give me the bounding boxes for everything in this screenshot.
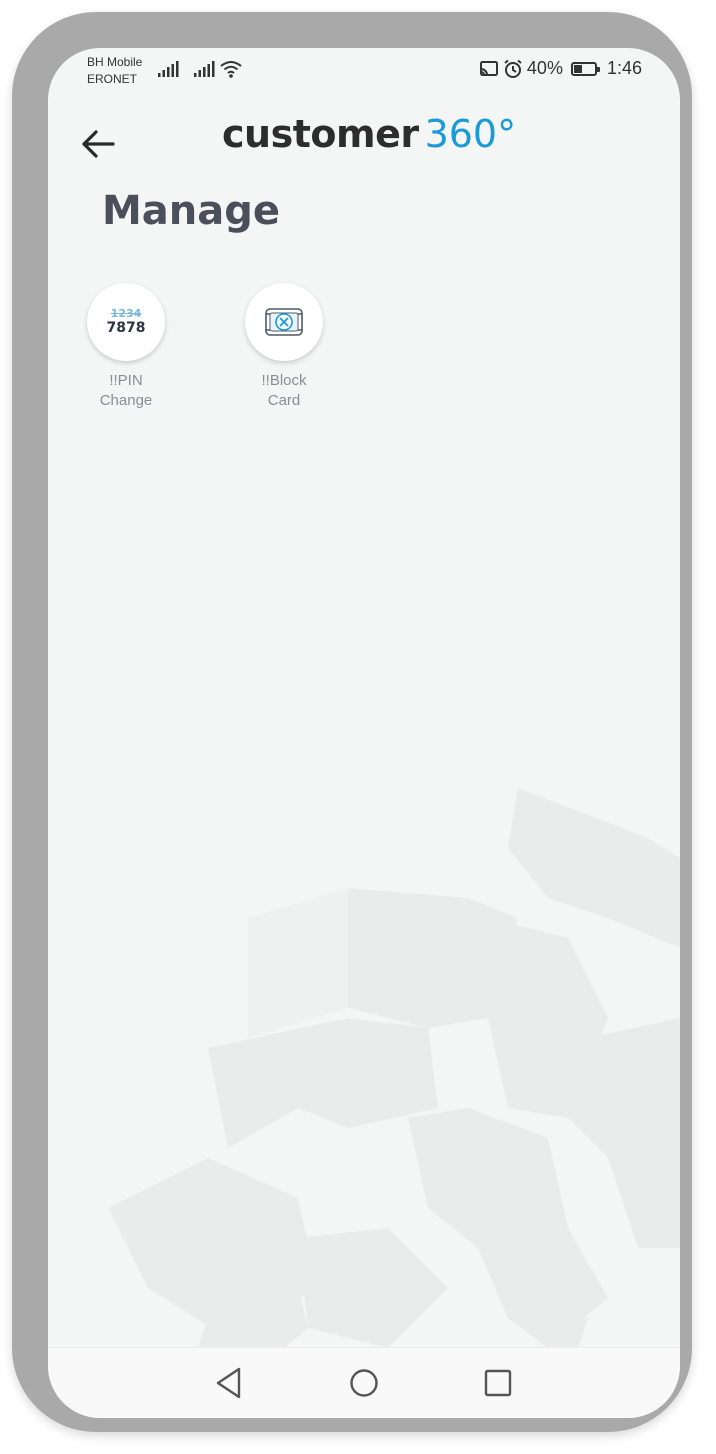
logo-accent-text: 360° <box>424 112 517 156</box>
pin-change-label-line1: !!PIN <box>109 372 143 389</box>
carrier-network: ERONET <box>87 72 138 86</box>
device-frame: BH Mobile ERONET 40% 1:46 customer 360° … <box>12 12 692 1432</box>
block-card-action[interactable]: !!Block Card <box>224 283 344 411</box>
pin-change-label: !!PIN Change <box>66 371 186 411</box>
block-card-icon <box>245 283 323 361</box>
block-card-label-line2: Card <box>267 392 301 409</box>
clock: 1:46 <box>606 58 642 78</box>
square-recents-icon <box>484 1369 512 1397</box>
status-right: 40% 1:46 <box>479 58 642 79</box>
carrier-name: BH Mobile <box>87 55 143 69</box>
screen: BH Mobile ERONET 40% 1:46 customer 360° … <box>48 48 680 1418</box>
pin-old-value: 1234 <box>110 307 142 320</box>
battery-percent: 40% <box>526 58 563 78</box>
alarm-icon <box>504 59 522 78</box>
back-button[interactable] <box>78 124 118 164</box>
cast-icon <box>479 60 498 76</box>
arrow-left-icon <box>82 130 115 158</box>
circle-home-icon <box>350 1369 378 1397</box>
background-pattern <box>108 788 680 1378</box>
signal-icon <box>158 61 179 77</box>
system-nav-bar <box>48 1347 680 1418</box>
app-logo: customer 360° <box>222 112 516 162</box>
signal-icon-2 <box>194 61 215 77</box>
page-title: Manage <box>102 188 281 234</box>
nav-recents-button[interactable] <box>483 1366 513 1404</box>
battery-icon <box>570 61 600 76</box>
wifi-icon <box>220 61 242 78</box>
pin-change-action[interactable]: 1234 7878 !!PIN Change <box>66 283 186 411</box>
status-bar: BH Mobile ERONET 40% 1:46 <box>48 48 680 98</box>
block-card-label-line1: !!Block <box>261 372 307 389</box>
pin-new-value: 7878 <box>106 320 146 336</box>
pin-change-icon: 1234 7878 <box>87 283 165 361</box>
battery-fill <box>573 64 582 73</box>
triangle-back-icon <box>216 1367 241 1399</box>
nav-home-button[interactable] <box>349 1366 379 1404</box>
logo-main-text: customer <box>222 112 419 156</box>
pin-change-label-line2: Change <box>99 392 153 409</box>
nav-back-button[interactable] <box>214 1366 244 1404</box>
carrier-info: BH Mobile ERONET <box>87 54 142 88</box>
block-card-label: !!Block Card <box>224 371 344 411</box>
card-blocked-icon <box>265 308 303 336</box>
